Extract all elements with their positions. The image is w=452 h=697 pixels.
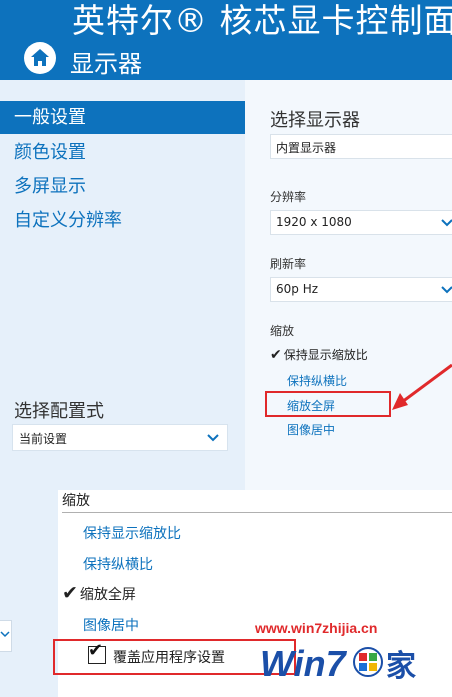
display-select[interactable]: 内置显示器: [270, 134, 452, 159]
watermark-url: www.win7zhijia.cn: [255, 620, 378, 636]
app-title: 英特尔® 核芯显卡控制面板: [72, 1, 452, 40]
scale-option-fullscreen[interactable]: ✔ 缩放全屏: [62, 582, 136, 604]
sidebar-fragment: [0, 490, 58, 697]
resolution-value: 1920 x 1080: [276, 215, 352, 229]
scale-option-aspect[interactable]: 保持纵横比: [287, 372, 347, 389]
refresh-label: 刷新率: [270, 257, 307, 271]
scale-option-keep-display[interactable]: ✔ 保持显示缩放比: [270, 346, 368, 363]
divider: [62, 512, 452, 513]
profile-label: 选择配置式: [14, 401, 104, 422]
display-select-value: 内置显示器: [276, 141, 337, 155]
refresh-select[interactable]: 60p Hz: [270, 277, 452, 302]
override-label: 覆盖应用程序设置: [113, 650, 225, 666]
resolution-label: 分辨率: [270, 190, 307, 204]
home-icon: [31, 49, 49, 66]
chevron-down-icon: [441, 219, 452, 227]
chevron-down-icon: [207, 434, 219, 442]
annotation-arrow: [392, 363, 452, 410]
home-button[interactable]: [24, 42, 56, 74]
profile-value: 当前设置: [19, 432, 68, 446]
scale-option-label: 保持显示缩放比: [283, 348, 368, 362]
scale-option-center[interactable]: 图像居中: [287, 421, 335, 438]
app-header: 英特尔® 核芯显卡控制面板 显示器: [0, 0, 452, 80]
checkmark-icon: ✔: [62, 582, 78, 604]
svg-text:Win7: Win7: [260, 643, 348, 684]
scale-option-keep-display[interactable]: 保持显示缩放比: [83, 523, 181, 543]
display-select-label: 选择显示器: [270, 110, 360, 131]
checkmark-icon: ✔: [270, 347, 282, 363]
profile-select[interactable]: 当前设置: [12, 424, 228, 451]
sidebar-item-color[interactable]: 颜色设置: [0, 136, 245, 169]
highlight-box: [265, 391, 391, 417]
sidebar-item-custom-resolution[interactable]: 自定义分辨率: [0, 204, 245, 237]
sidebar-item-multi-display[interactable]: 多屏显示: [0, 170, 245, 203]
chevron-down-icon: [0, 631, 10, 638]
resolution-select[interactable]: 1920 x 1080: [270, 210, 452, 235]
chevron-down-icon: [441, 286, 452, 294]
page-title: 显示器: [70, 50, 142, 78]
scale-label: 缩放: [270, 324, 295, 338]
scale-option-center[interactable]: 图像居中: [83, 615, 139, 635]
sidebar-item-general[interactable]: 一般设置: [0, 101, 245, 134]
scale-label: 缩放: [62, 493, 90, 509]
watermark-logo: Win7 家: [260, 643, 416, 684]
scale-option-label: 缩放全屏: [79, 587, 136, 603]
scale-option-aspect[interactable]: 保持纵横比: [83, 554, 153, 574]
checkmark-icon: ✔: [88, 640, 104, 661]
svg-text:家: 家: [386, 649, 416, 684]
refresh-value: 60p Hz: [276, 282, 319, 296]
